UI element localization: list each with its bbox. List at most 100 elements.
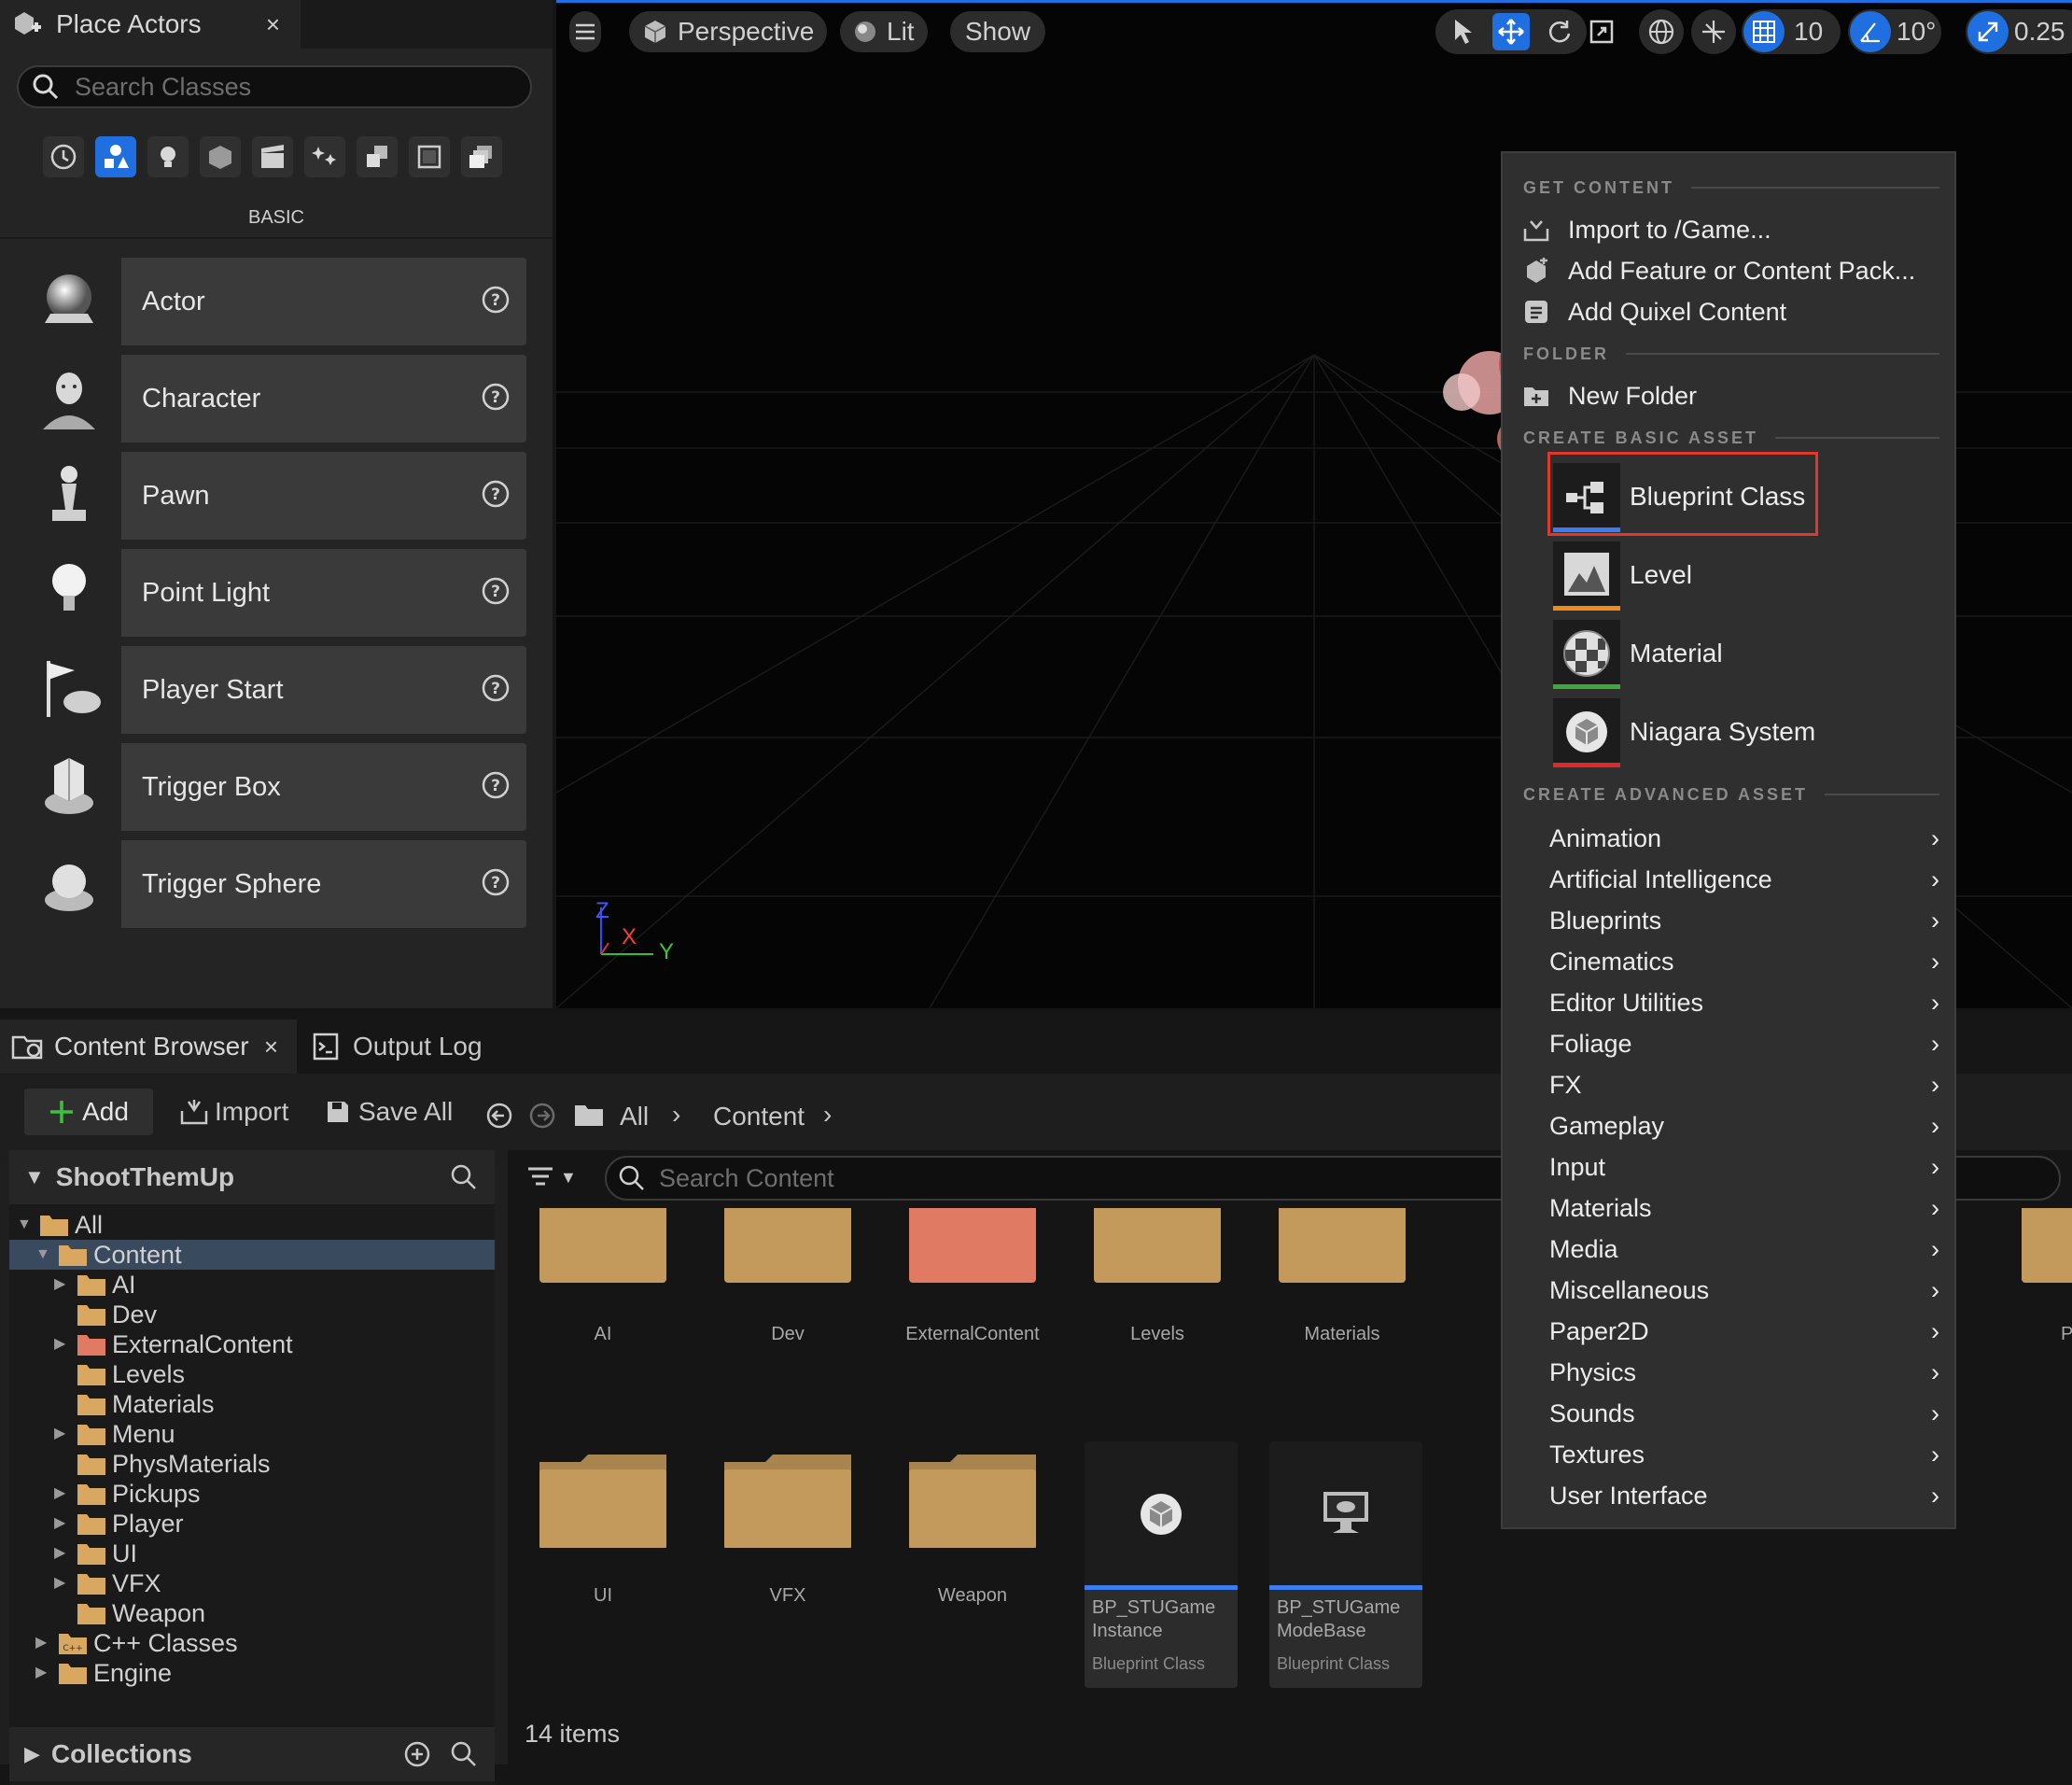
tab-content-browser[interactable]: Content Browser ×: [0, 1019, 297, 1074]
folder-materials[interactable]: Materials: [1279, 1208, 1417, 1345]
lit-button[interactable]: Lit: [840, 11, 928, 52]
tree-item[interactable]: ▶ Menu: [9, 1419, 495, 1449]
menu-fx[interactable]: FX ›: [1549, 1064, 1939, 1105]
menu-miscellaneous[interactable]: Miscellaneous ›: [1549, 1270, 1939, 1311]
tab-place-actors[interactable]: Place Actors ×: [0, 0, 301, 49]
menu-media[interactable]: Media ›: [1549, 1229, 1939, 1270]
search-classes-input[interactable]: Search Classes: [17, 65, 532, 108]
geometry-icon[interactable]: [357, 136, 398, 177]
breadcrumb-all[interactable]: All: [620, 1102, 649, 1131]
menu-paper2d[interactable]: Paper2D ›: [1549, 1311, 1939, 1352]
chevron-down-icon[interactable]: ▼: [35, 1240, 54, 1270]
tree-item[interactable]: ▼ All: [9, 1210, 495, 1240]
world-local-toggle[interactable]: [1639, 9, 1684, 54]
folder-ai[interactable]: AI: [539, 1208, 678, 1345]
all-classes-icon[interactable]: [461, 136, 502, 177]
tree-item[interactable]: ▶ ExternalContent: [9, 1329, 495, 1359]
actor-item-trigger-sphere[interactable]: Trigger Sphere ?: [17, 840, 526, 928]
add-button[interactable]: Add: [24, 1089, 153, 1135]
recent-icon[interactable]: [43, 136, 84, 177]
asset-bp-stugame-instance[interactable]: BP_STUGame Instance Blueprint Class: [1085, 1441, 1238, 1688]
chevron-right-icon[interactable]: ▶: [35, 1658, 54, 1688]
menu-editor-utilities[interactable]: Editor Utilities ›: [1549, 982, 1939, 1023]
save-all-button[interactable]: Save All: [325, 1089, 453, 1135]
breadcrumb-content[interactable]: Content: [713, 1102, 805, 1131]
filter-button[interactable]: ▼: [526, 1165, 577, 1189]
menu-textures[interactable]: Textures ›: [1549, 1434, 1939, 1475]
menu-sounds[interactable]: Sounds ›: [1549, 1393, 1939, 1434]
back-icon[interactable]: [485, 1102, 513, 1130]
help-icon[interactable]: ?: [482, 383, 510, 411]
chevron-right-icon[interactable]: ▶: [35, 1628, 54, 1658]
basic-icon[interactable]: [95, 136, 136, 177]
menu-material[interactable]: Material: [1553, 618, 1917, 689]
help-icon[interactable]: ?: [482, 674, 510, 702]
tree-item[interactable]: ▶ C++ C++ Classes: [9, 1628, 495, 1658]
help-icon[interactable]: ?: [482, 286, 510, 314]
chevron-down-icon[interactable]: ▼: [17, 1210, 35, 1240]
chevron-right-icon[interactable]: ▶: [54, 1509, 73, 1539]
tree-item[interactable]: ▶ UI: [9, 1539, 495, 1568]
tree-item[interactable]: Levels: [9, 1359, 495, 1389]
menu-add-quixel[interactable]: Add Quixel Content: [1523, 293, 1943, 330]
tree-item[interactable]: Materials: [9, 1389, 495, 1419]
chevron-right-icon[interactable]: ▶: [54, 1270, 73, 1300]
menu-materials[interactable]: Materials ›: [1549, 1188, 1939, 1229]
folder-vfx[interactable]: VFX: [724, 1455, 862, 1607]
lights-icon[interactable]: [147, 136, 189, 177]
folder-partial[interactable]: P: [2022, 1208, 2072, 1345]
menu-input[interactable]: Input ›: [1549, 1146, 1939, 1188]
menu-blueprints[interactable]: Blueprints ›: [1549, 900, 1939, 941]
folder-weapon[interactable]: Weapon: [909, 1455, 1047, 1607]
tree-item[interactable]: ▶ Engine: [9, 1658, 495, 1688]
menu-artificial-intelligence[interactable]: Artificial Intelligence ›: [1549, 859, 1939, 900]
help-icon[interactable]: ?: [482, 868, 510, 896]
perspective-button[interactable]: Perspective: [629, 11, 828, 52]
close-icon[interactable]: ×: [266, 10, 280, 39]
tab-output-log[interactable]: Output Log: [312, 1019, 483, 1074]
folder-external-content[interactable]: ExternalContent: [905, 1208, 1047, 1345]
menu-import[interactable]: Import to /Game...: [1523, 211, 1943, 248]
tree-item[interactable]: ▶ VFX: [9, 1568, 495, 1598]
menu-physics[interactable]: Physics ›: [1549, 1352, 1939, 1393]
actor-item-actor[interactable]: Actor ?: [17, 258, 526, 345]
close-icon[interactable]: ×: [264, 1033, 278, 1061]
scale-icon[interactable]: [1579, 9, 1624, 54]
tree-item[interactable]: ▼ Content: [9, 1240, 495, 1270]
menu-animation[interactable]: Animation ›: [1549, 818, 1939, 859]
help-icon[interactable]: ?: [482, 771, 510, 799]
tree-item[interactable]: Dev: [9, 1300, 495, 1329]
cinematic-icon[interactable]: [252, 136, 293, 177]
tree-item[interactable]: PhysMaterials: [9, 1449, 495, 1479]
chevron-right-icon[interactable]: ▶: [54, 1329, 73, 1359]
actor-item-player-start[interactable]: Player Start ?: [17, 646, 526, 734]
actor-item-character[interactable]: Character ?: [17, 355, 526, 443]
folder-dev[interactable]: Dev: [724, 1208, 862, 1345]
rotation-snap-control[interactable]: 10°: [1848, 9, 1941, 54]
menu-level[interactable]: Level: [1553, 540, 1917, 611]
asset-bp-stugame-modebase[interactable]: BP_STUGame ModeBase Blueprint Class: [1269, 1441, 1422, 1688]
menu-add-feature[interactable]: Add Feature or Content Pack...: [1523, 252, 1943, 289]
scale-snap-control[interactable]: 0.25: [1966, 9, 2072, 54]
menu-niagara-system[interactable]: Niagara System: [1553, 696, 1917, 767]
grid-snap-icon[interactable]: [1743, 11, 1785, 52]
actor-item-trigger-box[interactable]: Trigger Box ?: [17, 743, 526, 831]
folder-ui[interactable]: UI: [539, 1455, 678, 1607]
show-button[interactable]: Show: [950, 11, 1046, 52]
help-icon[interactable]: ?: [482, 577, 510, 605]
import-button[interactable]: Import: [179, 1089, 288, 1135]
surface-snapping-toggle[interactable]: [1691, 9, 1736, 54]
folder-levels[interactable]: Levels: [1094, 1208, 1232, 1345]
chevron-right-icon[interactable]: ▶: [54, 1568, 73, 1598]
translate-icon[interactable]: [1492, 13, 1530, 50]
menu-user-interface[interactable]: User Interface ›: [1549, 1475, 1939, 1516]
chevron-right-icon[interactable]: ▶: [54, 1479, 73, 1509]
actor-item-pawn[interactable]: Pawn ?: [17, 452, 526, 540]
menu-foliage[interactable]: Foliage ›: [1549, 1023, 1939, 1064]
menu-gameplay[interactable]: Gameplay ›: [1549, 1105, 1939, 1146]
forward-icon[interactable]: [528, 1102, 556, 1130]
grid-snap-control[interactable]: 10: [1742, 9, 1841, 54]
project-header[interactable]: ▼ ShootThemUp: [9, 1150, 495, 1204]
visual-effects-icon[interactable]: [304, 136, 345, 177]
tree-item[interactable]: ▶ AI: [9, 1270, 495, 1300]
